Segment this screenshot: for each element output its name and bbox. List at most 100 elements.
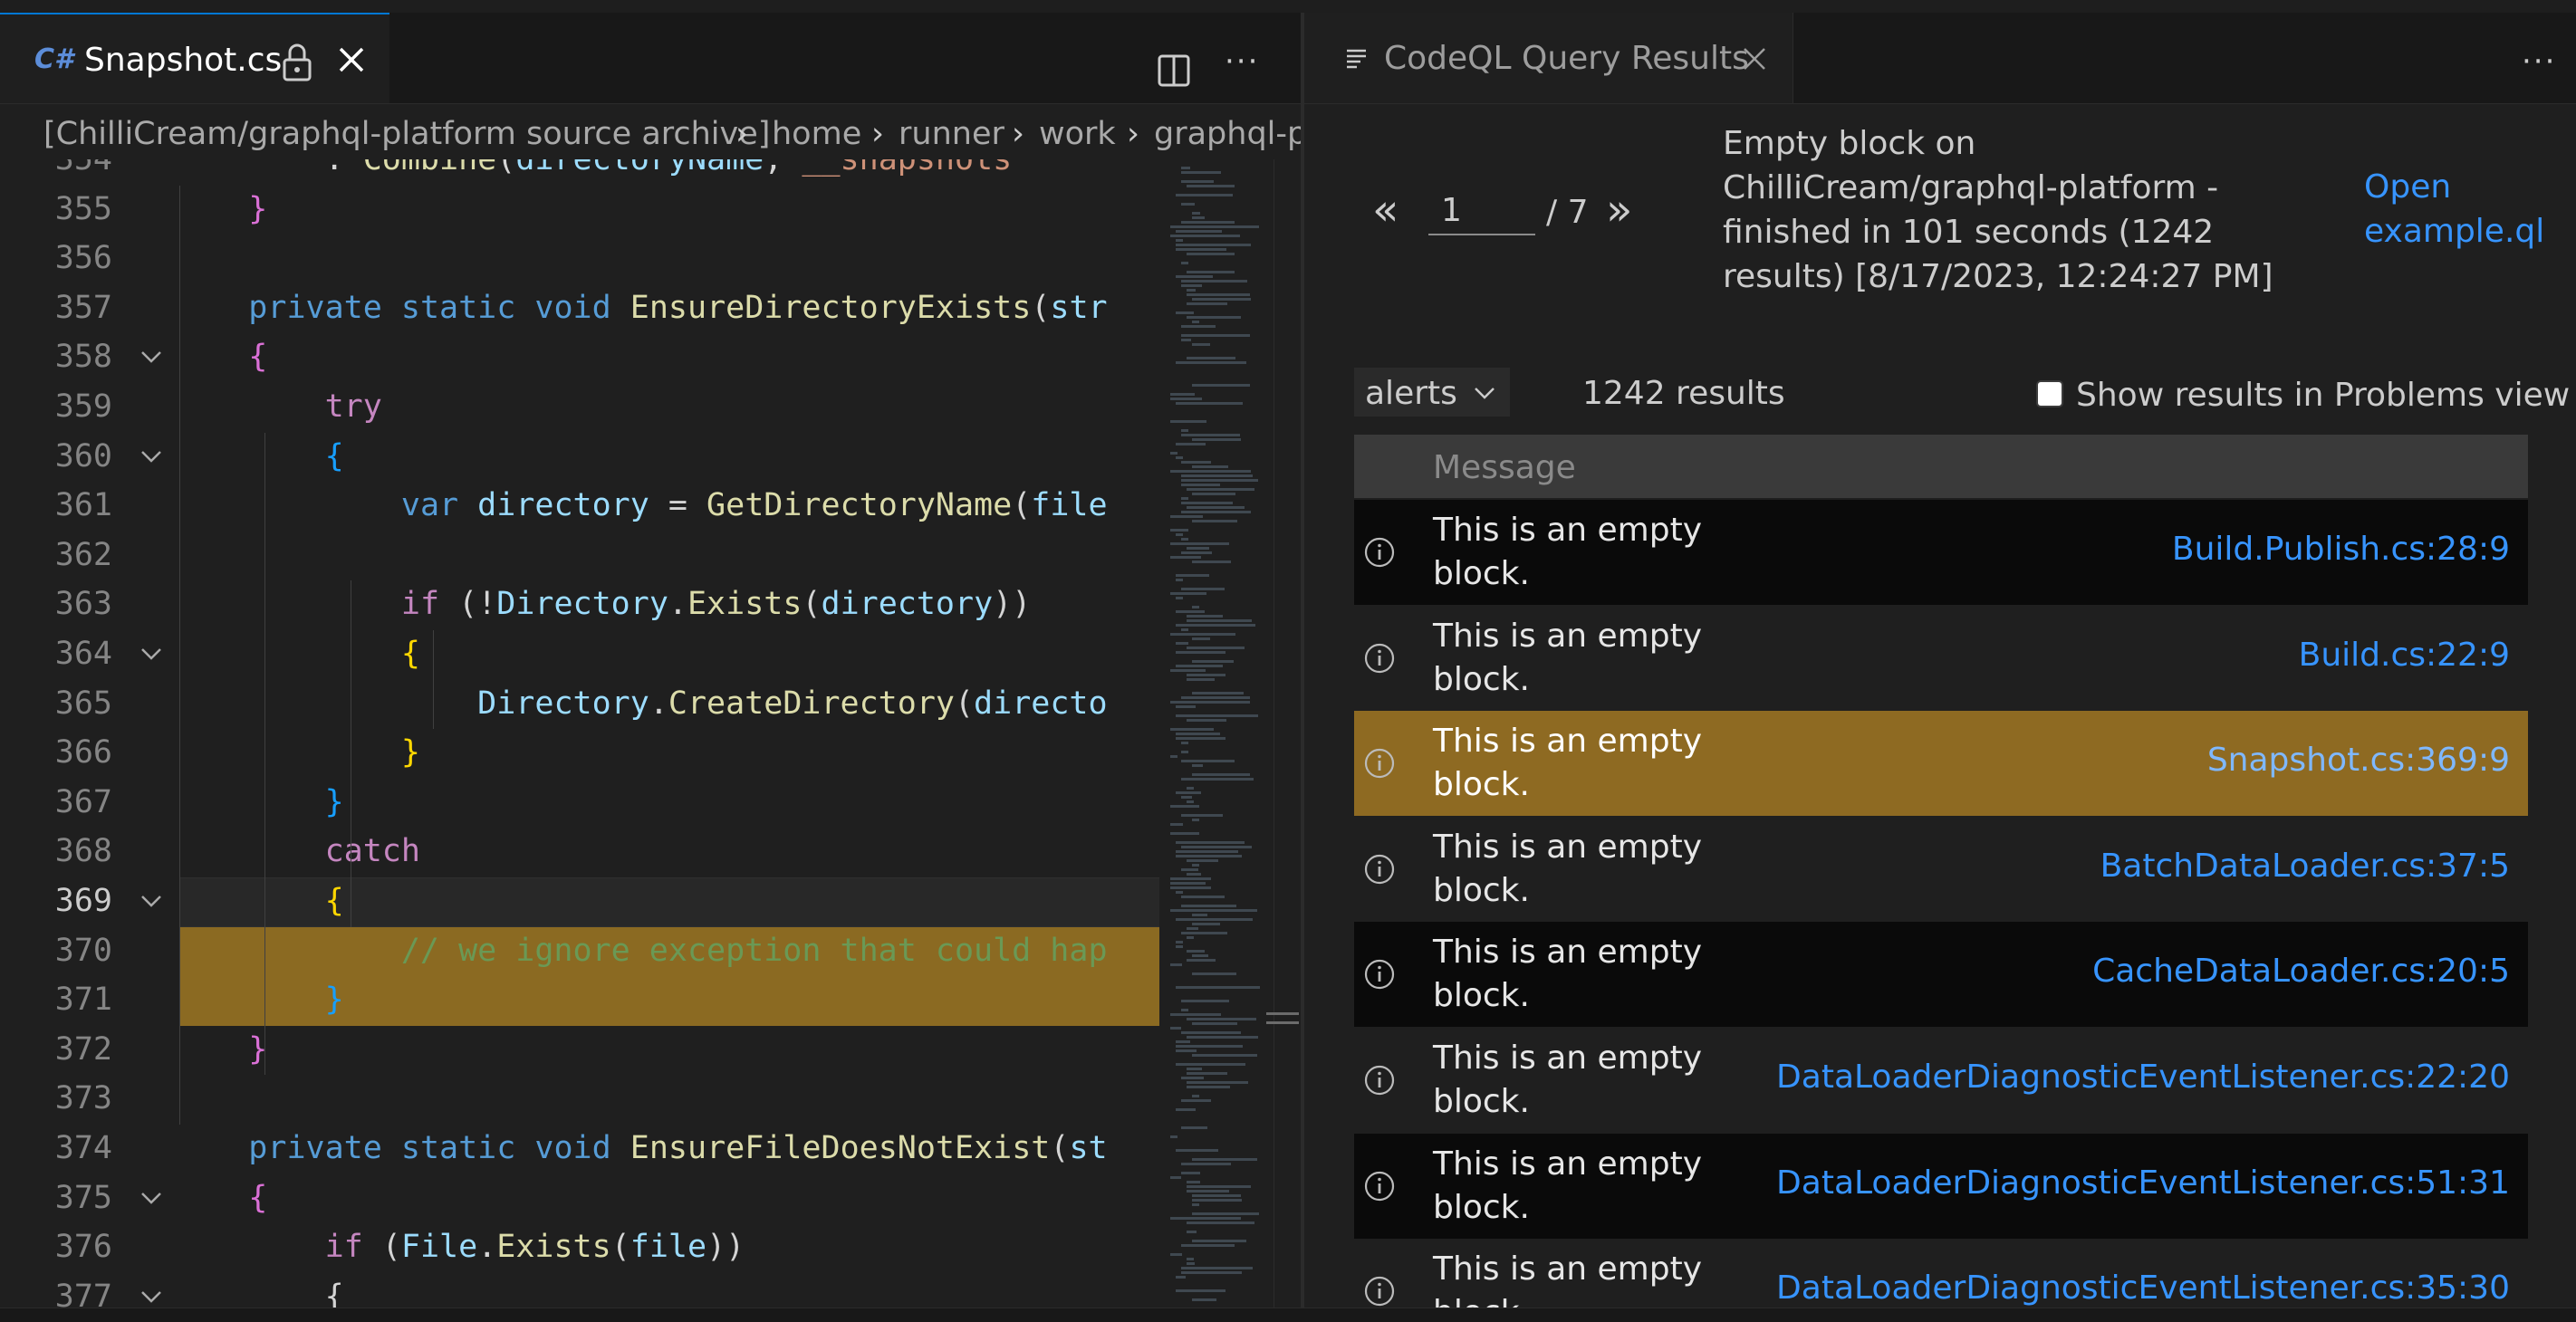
- code-line[interactable]: 371 }: [0, 976, 1159, 1026]
- minimap-line: [1192, 1194, 1241, 1197]
- chevron-down-icon[interactable]: [133, 1180, 169, 1216]
- line-number: 357: [54, 289, 112, 326]
- line-number: 359: [54, 388, 112, 425]
- minimap-line: [1187, 936, 1194, 939]
- result-row[interactable]: This is an empty block. CacheDataLoader.c…: [1354, 922, 2528, 1028]
- chevron-down-icon[interactable]: [133, 636, 169, 672]
- minimap-line: [1176, 891, 1183, 894]
- code-line[interactable]: 358 {: [0, 333, 1159, 383]
- result-message: This is an empty block.: [1433, 1039, 1703, 1120]
- tab-snapshot-cs[interactable]: C# Snapshot.cs: [0, 13, 389, 103]
- chevron-down-icon[interactable]: [133, 1279, 169, 1308]
- open-query-link[interactable]: Open example.ql: [2364, 165, 2563, 254]
- line-number: 362: [54, 536, 112, 573]
- more-actions-icon[interactable]: ···: [1225, 46, 1261, 89]
- breadcrumb-item[interactable]: home: [772, 116, 861, 152]
- minimap-line: [1181, 497, 1188, 500]
- minimap-line: [1192, 1240, 1246, 1242]
- result-location-link[interactable]: Snapshot.cs:369:9: [2207, 742, 2510, 779]
- code-line[interactable]: 375 {: [0, 1174, 1159, 1224]
- result-location-link[interactable]: BatchDataLoader.cs:37:5: [2100, 848, 2510, 885]
- result-row[interactable]: This is an empty block. Build.cs:22:9: [1354, 606, 2528, 711]
- code-line[interactable]: 354 : Combine(directoryName, __snapshots: [0, 159, 1159, 186]
- line-number: 376: [54, 1229, 112, 1266]
- close-icon[interactable]: [1741, 45, 1768, 72]
- code-line[interactable]: 365 Directory.CreateDirectory(directo: [0, 680, 1159, 730]
- code-line[interactable]: 369 {: [0, 877, 1159, 927]
- page-number-input[interactable]: [1428, 187, 1535, 235]
- code-line[interactable]: 377 {: [0, 1273, 1159, 1308]
- code-line[interactable]: 372 }: [0, 1026, 1159, 1076]
- code-line[interactable]: 361 var directory = GetDirectoryName(fil…: [0, 482, 1159, 532]
- minimap-line: [1187, 959, 1216, 962]
- result-location-link[interactable]: Build.Publish.cs:28:9: [2172, 531, 2510, 568]
- minimap-line: [1187, 1072, 1227, 1075]
- minimap-line: [1170, 235, 1240, 237]
- column-header-message[interactable]: Message: [1433, 449, 1576, 486]
- minimap-line: [1176, 855, 1242, 857]
- code-line[interactable]: 362: [0, 532, 1159, 581]
- minimap-line: [1176, 239, 1183, 242]
- breadcrumb-item[interactable]: [ChilliCream/graphql-platform source arc…: [43, 116, 770, 152]
- breadcrumb-item[interactable]: work: [1039, 116, 1116, 152]
- result-row[interactable]: This is an empty block. BatchDataLoader.c…: [1354, 817, 2528, 922]
- breadcrumb-item[interactable]: graphql-p: [1154, 116, 1301, 152]
- code-line[interactable]: 359 try: [0, 383, 1159, 433]
- minimap-line: [1176, 1063, 1245, 1066]
- lock-icon[interactable]: [279, 42, 315, 83]
- previous-page-button[interactable]: «: [1372, 185, 1399, 235]
- result-row[interactable]: This is an empty block. Snapshot.cs:369:9: [1354, 711, 2528, 817]
- scrollbar-thumb[interactable]: [1266, 1005, 1301, 1032]
- breadcrumb: [ChilliCream/graphql-platform source arc…: [0, 105, 1301, 163]
- more-actions-icon[interactable]: ···: [2522, 46, 2562, 80]
- minimap-line: [1187, 506, 1245, 509]
- code-line[interactable]: 364 {: [0, 630, 1159, 680]
- code-line[interactable]: 373: [0, 1075, 1159, 1125]
- close-icon[interactable]: [333, 42, 370, 78]
- code-line[interactable]: 355 }: [0, 186, 1159, 235]
- result-location-link[interactable]: CacheDataLoader.cs:20:5: [2092, 953, 2510, 990]
- code-line[interactable]: 367 }: [0, 779, 1159, 829]
- minimap-line: [1192, 972, 1236, 975]
- code-line[interactable]: 363 if (!Directory.Exists(directory)): [0, 580, 1159, 630]
- result-location-link[interactable]: DataLoaderDiagnosticEventListener.cs:51:…: [1776, 1164, 2510, 1202]
- code-text: : Combine(directoryName, __snapshots: [172, 159, 1013, 177]
- info-icon: [1364, 643, 1395, 673]
- chevron-down-icon[interactable]: [133, 883, 169, 919]
- code-line[interactable]: 374 private static void EnsureFileDoesNo…: [0, 1125, 1159, 1174]
- result-location-link[interactable]: DataLoaderDiagnosticEventListener.cs:22:…: [1776, 1059, 2510, 1096]
- result-location-link[interactable]: DataLoaderDiagnosticEventListener.cs:35:…: [1776, 1269, 2510, 1307]
- editor-scrollbar[interactable]: [1274, 159, 1301, 1308]
- minimap-line: [1176, 574, 1209, 577]
- minimap-line: [1181, 905, 1236, 907]
- code-line[interactable]: 370 // we ignore exception that could ha…: [0, 927, 1159, 977]
- result-row[interactable]: This is an empty block. DataLoaderDiagnos…: [1354, 1133, 2528, 1239]
- minimap-line: [1181, 1244, 1235, 1247]
- code-line[interactable]: 360 {: [0, 433, 1159, 483]
- code-line[interactable]: 366 }: [0, 729, 1159, 779]
- problems-view-checkbox[interactable]: [2036, 380, 2063, 407]
- chevron-down-icon[interactable]: [133, 339, 169, 375]
- code-area[interactable]: 354 : Combine(directoryName, __snapshots…: [0, 159, 1301, 1308]
- problems-view-label[interactable]: Show results in Problems view: [2076, 377, 2570, 414]
- code-text: var directory = GetDirectoryName(file: [400, 487, 1108, 524]
- minimap-line: [1170, 452, 1177, 455]
- chevron-down-icon[interactable]: [133, 438, 169, 474]
- minimap-line: [1176, 402, 1243, 405]
- code-line[interactable]: 376 if (File.Exists(file)): [0, 1223, 1159, 1273]
- code-line[interactable]: 357 private static void EnsureDirectoryE…: [0, 284, 1159, 334]
- result-row[interactable]: This is an empty block. DataLoaderDiagnos…: [1354, 1239, 2528, 1308]
- next-page-button[interactable]: »: [1606, 185, 1632, 235]
- tab-codeql-query-results[interactable]: CodeQL Query Results: [1304, 13, 1793, 103]
- result-row[interactable]: This is an empty block. DataLoaderDiagnos…: [1354, 1028, 2528, 1133]
- code-line[interactable]: 356: [0, 235, 1159, 284]
- minimap-line: [1170, 515, 1203, 518]
- result-row[interactable]: This is an empty block. Build.Publish.cs:…: [1354, 500, 2528, 605]
- breadcrumb-item[interactable]: runner: [899, 116, 1004, 152]
- minimap-line: [1170, 393, 1195, 396]
- minimap[interactable]: [1167, 159, 1274, 1308]
- result-set-select[interactable]: alerts: [1354, 368, 1510, 417]
- code-line[interactable]: 368 catch: [0, 828, 1159, 877]
- result-location-link[interactable]: Build.cs:22:9: [2299, 637, 2510, 674]
- split-editor-icon[interactable]: [1156, 53, 1192, 89]
